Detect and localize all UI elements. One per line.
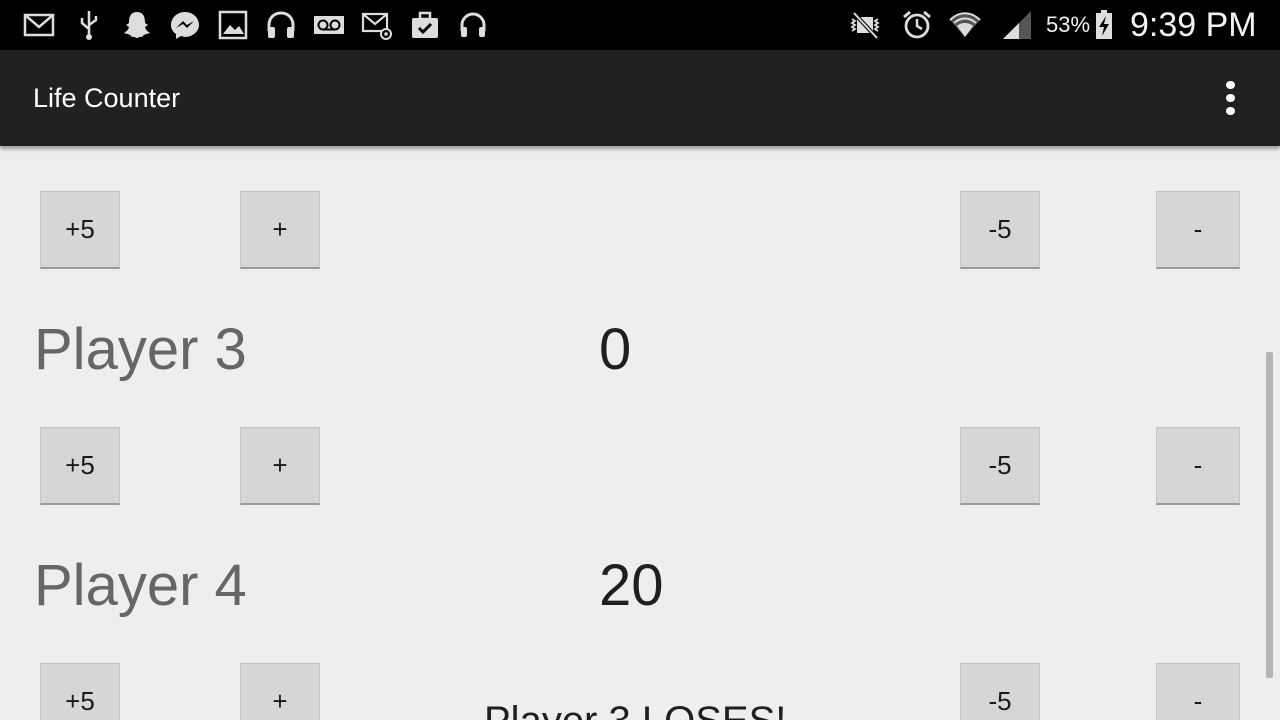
headphones-icon <box>264 9 298 41</box>
player-3-life: 0 <box>599 317 632 382</box>
overflow-dot <box>1225 80 1235 89</box>
scrollbar[interactable] <box>1266 352 1273 678</box>
alarm-icon <box>900 9 934 41</box>
player-2-plus-one-button[interactable]: + <box>240 191 320 269</box>
player-2-minus-five-button[interactable]: -5 <box>960 191 1040 269</box>
headset-icon <box>456 9 490 41</box>
player-2-minus-one-button[interactable]: - <box>1156 191 1240 269</box>
battery-percent: 53% <box>1046 12 1091 37</box>
mute-icon <box>848 9 882 41</box>
gallery-icon <box>216 9 250 41</box>
player-2-plus-five-button[interactable]: +5 <box>40 191 120 269</box>
player-4-minus-five-button[interactable]: -5 <box>960 663 1040 720</box>
messenger-icon <box>168 9 202 41</box>
battery-charging-icon <box>1092 9 1116 41</box>
wifi-icon <box>948 9 982 41</box>
usb-icon <box>72 9 106 41</box>
player-3-minus-one-button[interactable]: - <box>1156 427 1240 505</box>
overflow-dot <box>1225 107 1235 116</box>
status-bar: 53% 9:39 PM <box>0 0 1280 50</box>
player-4-minus-one-button[interactable]: - <box>1156 663 1240 720</box>
player-4-plus-one-button[interactable]: + <box>240 663 320 720</box>
player-4-life: 20 <box>599 553 664 618</box>
player-3-plus-five-button[interactable]: +5 <box>40 427 120 505</box>
player-list[interactable]: +5 + -5 - Player 3 0 +5 + -5 - Player 4 … <box>0 146 1280 720</box>
player-3-label: Player 3 <box>34 317 247 382</box>
briefcase-icon <box>408 9 442 41</box>
overflow-dot <box>1225 93 1235 103</box>
player-4-plus-five-button[interactable]: +5 <box>40 663 120 720</box>
app-title: Life Counter <box>33 82 181 113</box>
more-vert-icon[interactable] <box>1210 78 1250 118</box>
player-3-minus-five-button[interactable]: -5 <box>960 427 1040 505</box>
signal-icon <box>1000 9 1034 41</box>
player-4-label: Player 4 <box>34 553 247 618</box>
snapchat-icon <box>120 9 154 41</box>
email-at-icon <box>360 9 394 41</box>
lose-message: Player 3 LOSES! <box>484 699 786 720</box>
email-icon <box>22 9 56 41</box>
voicemail-icon <box>312 9 346 41</box>
player-3-plus-one-button[interactable]: + <box>240 427 320 505</box>
clock: 9:39 PM <box>1130 5 1257 44</box>
action-bar: Life Counter <box>0 50 1280 146</box>
